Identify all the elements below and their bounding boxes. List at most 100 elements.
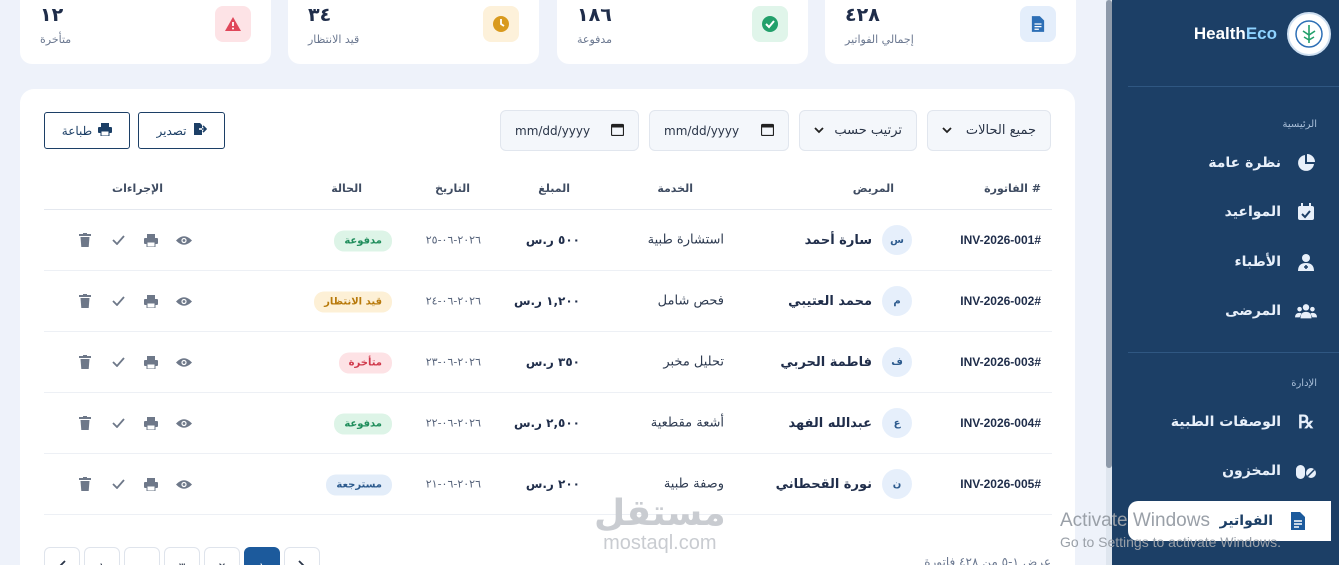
print-icon[interactable] (142, 292, 160, 310)
prev-page-button[interactable] (284, 547, 320, 565)
row-actions (76, 231, 193, 249)
stat-label: قيد الانتظار (308, 33, 360, 46)
export-button[interactable]: تصدير (138, 112, 225, 149)
status-cell: متأخرة (338, 351, 392, 374)
invoice-date: ٢٠٢٦-٠٦-٢٥ (425, 233, 481, 247)
invoice-number[interactable]: INV-2026-002# (960, 294, 1041, 308)
eye-icon[interactable] (175, 414, 193, 432)
invoice-icon (1020, 6, 1056, 42)
amount: ٢,٥٠٠ ر.س (513, 416, 580, 430)
watermark-latin: mostaql.com (603, 532, 717, 554)
page-scrollbar[interactable] (1106, 0, 1112, 565)
invoice-number[interactable]: INV-2026-005# (960, 477, 1041, 491)
print-icon[interactable] (142, 231, 160, 249)
pagination: ١ ٣ ٢ ١ (44, 547, 320, 565)
delete-icon[interactable] (76, 475, 94, 493)
avatar: م (882, 286, 912, 316)
invoice-number[interactable]: INV-2026-001# (960, 233, 1041, 247)
eye-icon[interactable] (175, 353, 193, 371)
amount: ١,٢٠٠ ر.س (513, 294, 580, 308)
sort-select[interactable]: ترتيب حسب (799, 110, 917, 151)
eye-icon[interactable] (175, 292, 193, 310)
page-ellipsis (124, 547, 160, 565)
table-row[interactable]: INV-2026-003# ف فاطمة الحربي تحليل مخبر ٣… (44, 332, 1052, 393)
brand[interactable]: HealthEco (1194, 12, 1331, 56)
section-label-admin: الإدارة (1291, 378, 1317, 389)
eye-icon[interactable] (175, 475, 193, 493)
service: أشعة مقطعية (650, 415, 724, 431)
delete-icon[interactable] (76, 231, 94, 249)
page-button[interactable]: ١ (84, 547, 120, 565)
stat-label: متأخرة (40, 33, 72, 46)
col-service[interactable]: الخدمة (657, 182, 693, 195)
row-actions (76, 292, 193, 310)
sidebar-item-overview[interactable]: نظرة عامة (1128, 143, 1339, 183)
check-icon[interactable] (109, 414, 127, 432)
sidebar-item-patients[interactable]: المرضى (1128, 291, 1339, 331)
print-icon[interactable] (142, 414, 160, 432)
page-button[interactable]: ٣ (164, 547, 200, 565)
sidebar-divider (1128, 86, 1339, 87)
service: فحص شامل (657, 293, 724, 309)
users-icon (1295, 300, 1317, 322)
col-patient[interactable]: المريض (853, 182, 894, 195)
table-row[interactable]: INV-2026-001# س سارة أحمد استشارة طبية ٥٠… (44, 210, 1052, 271)
check-icon[interactable] (109, 231, 127, 249)
scrollbar-thumb[interactable] (1106, 0, 1112, 468)
col-invoice[interactable]: # الفاتورة (984, 182, 1041, 195)
print-icon[interactable] (142, 475, 160, 493)
page-button-current[interactable]: ١ (244, 547, 280, 565)
print-icon[interactable] (142, 353, 160, 371)
date-to-placeholder: mm/dd/yyyy (664, 123, 740, 138)
eye-icon[interactable] (175, 231, 193, 249)
row-actions (76, 414, 193, 432)
check-icon[interactable] (109, 353, 127, 371)
patient-cell: س سارة أحمد (805, 225, 912, 255)
invoice-number[interactable]: INV-2026-003# (960, 355, 1041, 369)
status-cell: مسترجعة (326, 473, 392, 496)
delete-icon[interactable] (76, 353, 94, 371)
table-row[interactable]: INV-2026-002# م محمد العتيبي فحص شامل ١,٢… (44, 271, 1052, 332)
sidebar-item-label: الوصفات الطبية (1170, 414, 1281, 430)
patient-name: عبدالله الفهد (788, 415, 872, 431)
table-row[interactable]: INV-2026-005# ن نورة القحطاني وصفة طبية ٢… (44, 454, 1052, 515)
page-button[interactable]: ٢ (204, 547, 240, 565)
activation-subtitle: Go to Settings to activate Windows. (1060, 534, 1281, 550)
check-icon[interactable] (109, 292, 127, 310)
sidebar-item-prescriptions[interactable]: ℞ الوصفات الطبية (1128, 402, 1339, 442)
calendar-icon (610, 123, 625, 139)
sidebar: HealthEco الرئيسية نظرة عامة المواعيد ال… (1106, 0, 1339, 565)
service: وصفة طبية (663, 476, 724, 492)
patient-name: سارة أحمد (804, 232, 872, 248)
brand-name-main: Health (1193, 24, 1246, 43)
amount: ٣٥٠ ر.س (525, 355, 580, 369)
status-filter-select[interactable]: جميع الحالات (927, 110, 1051, 151)
status-filter-value: جميع الحالات (965, 123, 1036, 138)
row-actions (76, 353, 193, 371)
sidebar-item-label: المرضى (1225, 303, 1281, 319)
delete-icon[interactable] (76, 292, 94, 310)
sidebar-item-inventory[interactable]: المخزون (1128, 451, 1339, 491)
service: تحليل مخبر (663, 354, 724, 370)
col-status[interactable]: الحالة (331, 182, 362, 195)
next-page-button[interactable] (44, 547, 80, 565)
date-to-input[interactable]: mm/dd/yyyy (649, 110, 789, 151)
col-date[interactable]: التاريخ (435, 182, 470, 195)
check-icon[interactable] (109, 475, 127, 493)
patient-cell: ع عبدالله الفهد (788, 408, 912, 438)
date-from-input[interactable]: mm/dd/yyyy (500, 110, 639, 151)
status-cell: مدفوعة (334, 229, 392, 252)
delete-icon[interactable] (76, 414, 94, 432)
sort-select-value: ترتيب حسب (834, 123, 902, 138)
invoice-number[interactable]: INV-2026-004# (960, 416, 1041, 430)
sidebar-item-appointments[interactable]: المواعيد (1128, 192, 1339, 232)
invoice-date: ٢٠٢٦-٠٦-٢١ (425, 477, 481, 491)
invoice-date: ٢٠٢٦-٠٦-٢٤ (425, 294, 481, 308)
invoice-icon (1287, 510, 1309, 532)
chevron-right-icon (298, 560, 306, 565)
sidebar-item-doctors[interactable]: الأطباء (1128, 242, 1339, 282)
print-button[interactable]: طباعة (44, 112, 130, 149)
table-row[interactable]: INV-2026-004# ع عبدالله الفهد أشعة مقطعية… (44, 393, 1052, 454)
col-amount[interactable]: المبلغ (538, 182, 570, 195)
avatar: س (882, 225, 912, 255)
